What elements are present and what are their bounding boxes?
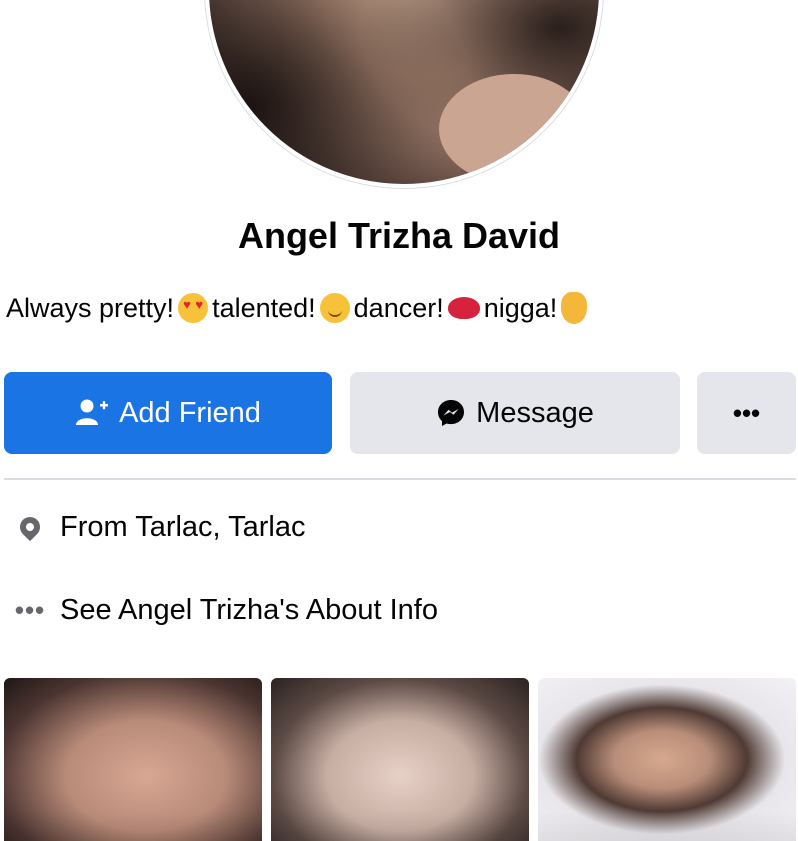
profile-bio: Always pretty! talented! dancer! nigga!: [6, 292, 796, 324]
location-pin-icon: [15, 512, 45, 542]
see-about-info-text: See Angel Trizha's About Info: [60, 593, 438, 626]
photo-thumbnail[interactable]: [271, 678, 529, 841]
more-options-button[interactable]: •••: [697, 372, 796, 454]
add-friend-label: Add Friend: [119, 396, 261, 429]
photo-thumbnail[interactable]: [538, 678, 796, 841]
message-label: Message: [476, 396, 594, 429]
more-dots-icon: •••: [14, 594, 46, 625]
add-friend-icon: [76, 399, 109, 425]
ok-hand-emoji-icon: [561, 292, 588, 324]
more-dots-icon: •••: [732, 397, 761, 428]
bio-text-4: nigga!: [483, 292, 558, 323]
bio-text-3: dancer!: [353, 292, 444, 323]
profile-picture-hand: [439, 74, 589, 184]
divider: [4, 478, 796, 480]
photo-thumbnail[interactable]: [4, 678, 262, 841]
blushing-smile-emoji-icon: [319, 293, 350, 323]
bio-text-1: Always pretty!: [6, 292, 175, 323]
kiss-mark-emoji-icon: [447, 297, 480, 319]
photo-grid: [0, 678, 798, 841]
bio-text-2: talented!: [212, 292, 316, 323]
see-about-info-link[interactable]: ••• See Angel Trizha's About Info: [0, 585, 798, 635]
add-friend-button[interactable]: Add Friend: [4, 372, 332, 454]
heart-eyes-emoji-icon: [178, 293, 209, 323]
hometown-text: From Tarlac, Tarlac: [60, 510, 306, 543]
profile-picture[interactable]: [205, 0, 603, 188]
hometown-row: From Tarlac, Tarlac: [0, 502, 798, 552]
message-button[interactable]: Message: [350, 372, 680, 454]
profile-name: Angel Trizha David: [237, 215, 561, 256]
messenger-icon: [438, 400, 465, 426]
